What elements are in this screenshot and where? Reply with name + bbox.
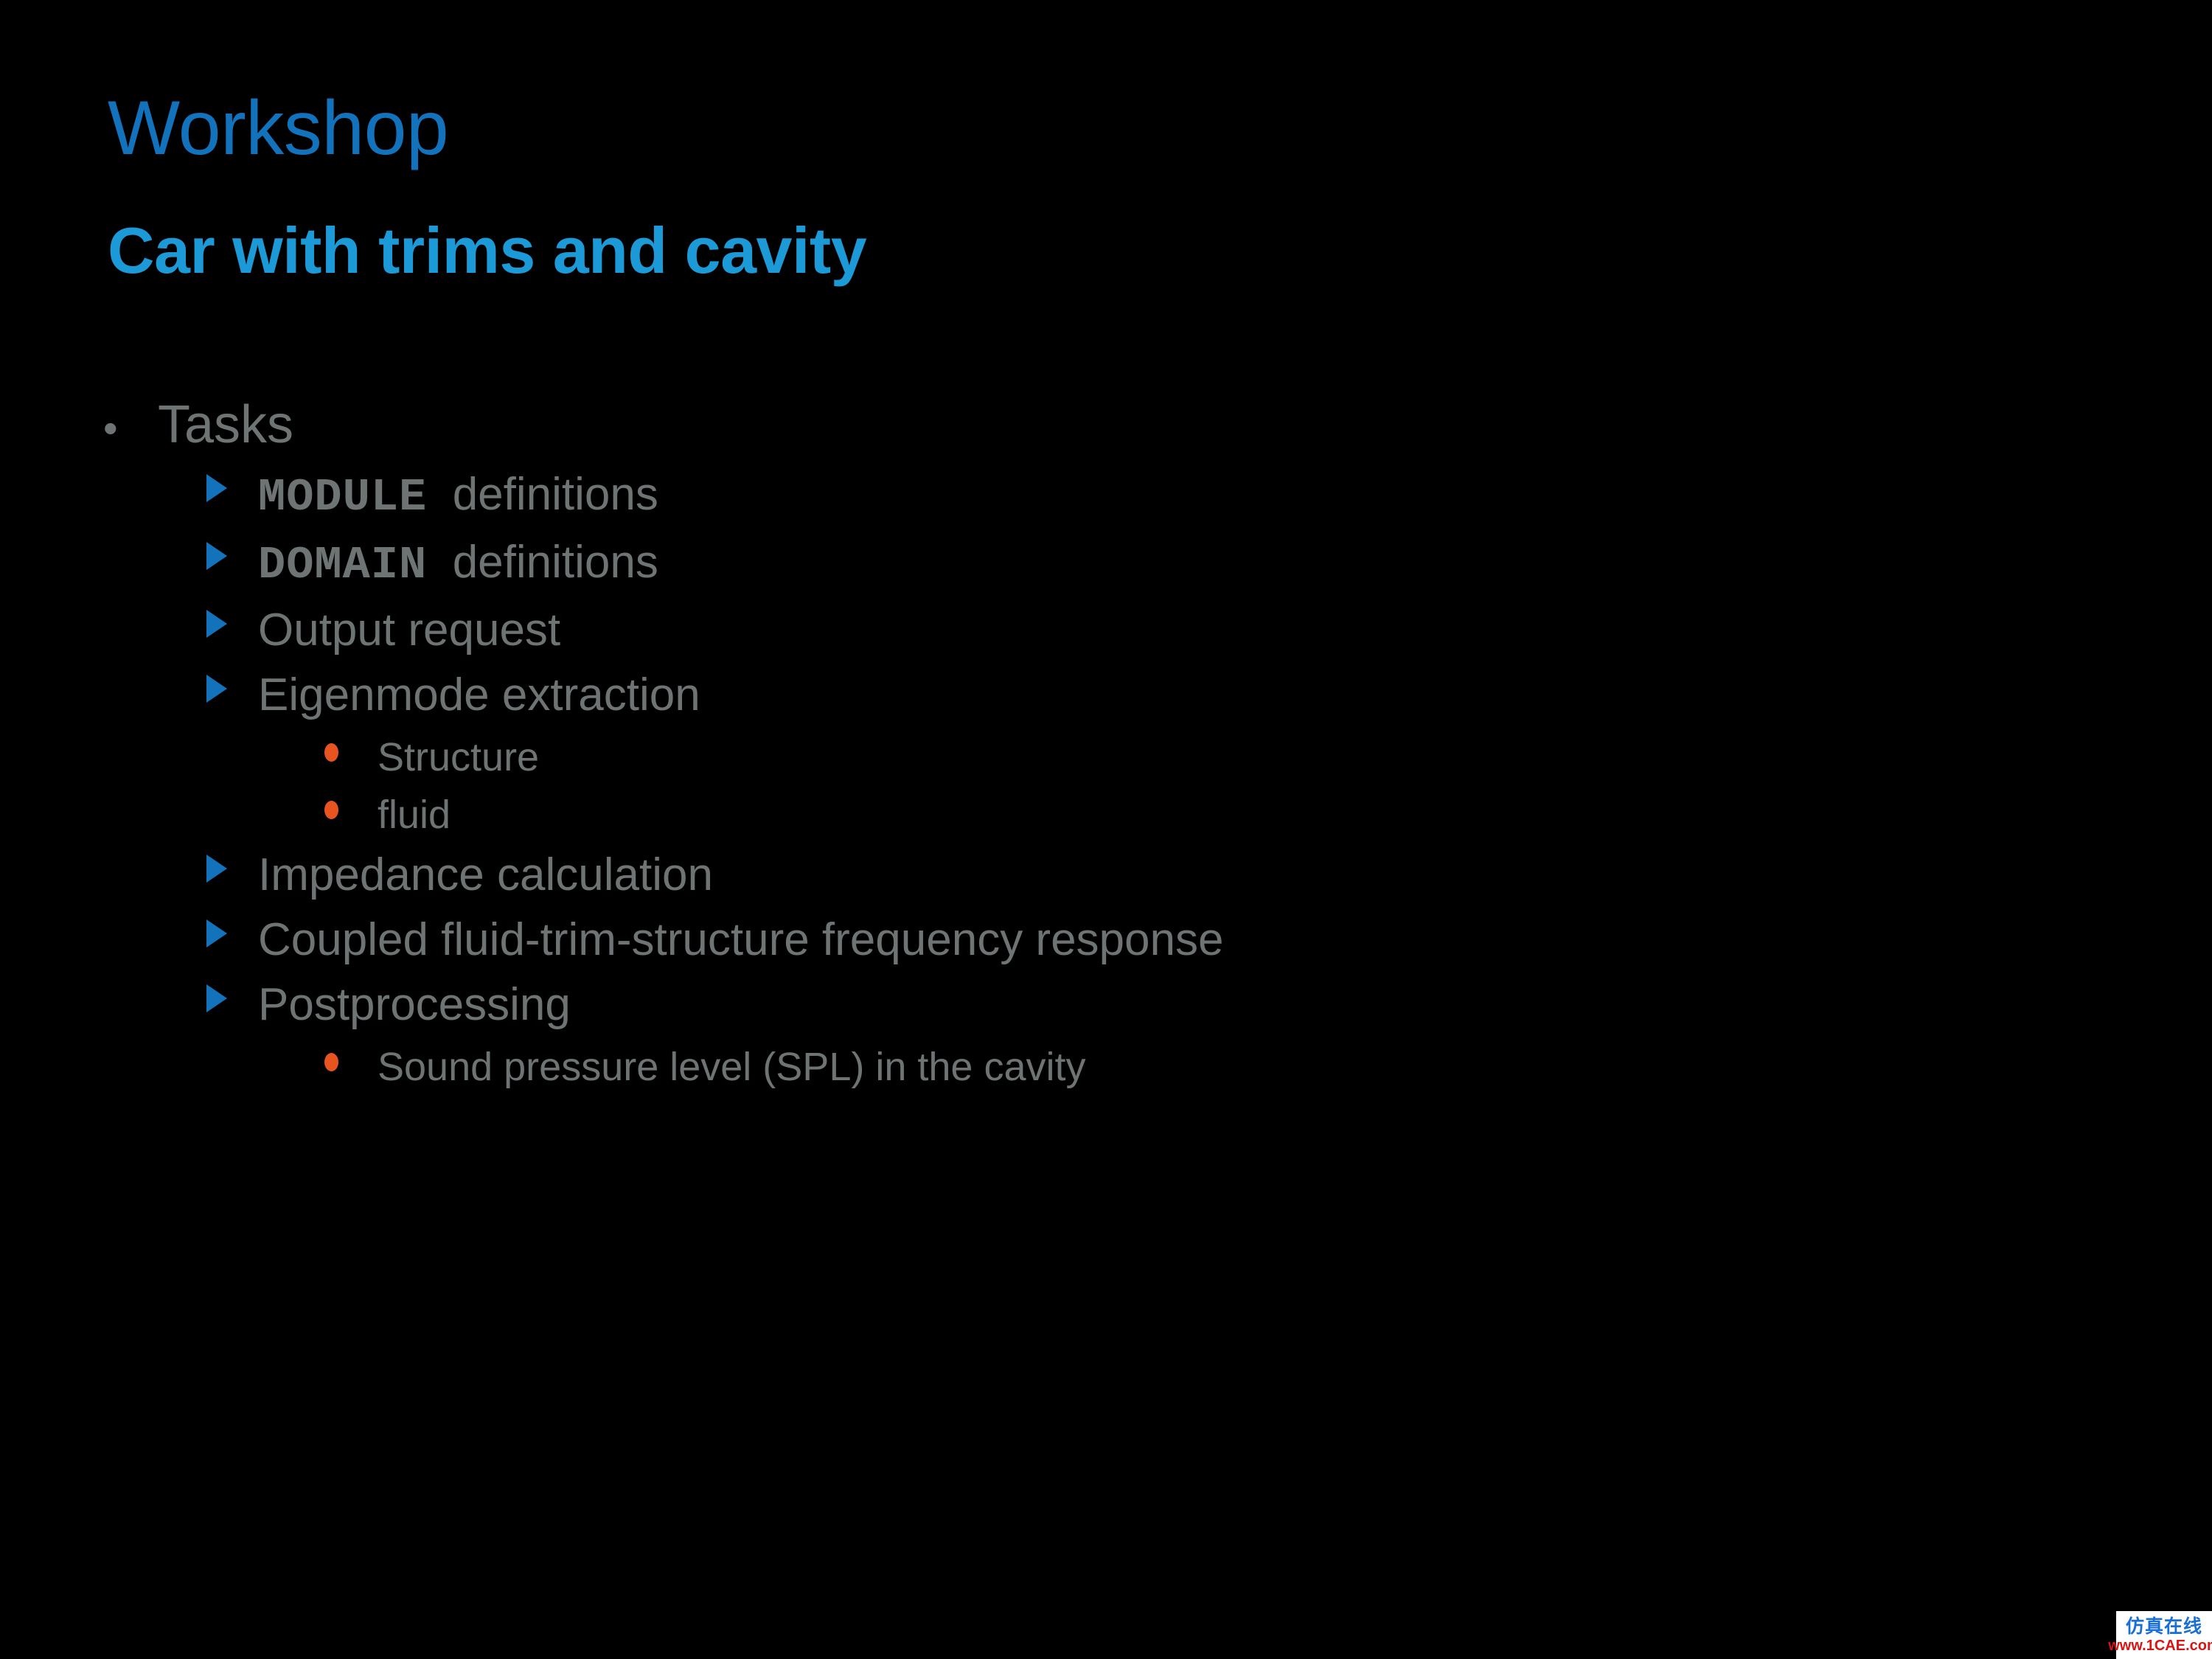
watermark-url: www.1CAE.com	[2108, 1638, 2212, 1654]
list-item-label: Impedance calculation	[258, 849, 713, 900]
orange-dot-bullet-icon	[324, 786, 378, 826]
list-item-label: Tasks	[158, 395, 294, 454]
list-item: DOMAIN definitions	[96, 540, 2087, 588]
list-item: fluid	[96, 795, 2087, 835]
bullet-dot-icon: •	[103, 405, 118, 451]
triangle-bullet-icon	[206, 845, 258, 891]
page-title: Workshop	[108, 86, 449, 171]
list-item: Coupled fluid-trim-structure frequency r…	[96, 917, 2087, 963]
list-item: Postprocessing	[96, 982, 2087, 1028]
triangle-bullet-icon	[206, 465, 258, 510]
list-item: Sound pressure level (SPL) in the cavity	[96, 1047, 2087, 1087]
list-item: Eigenmode extraction	[96, 672, 2087, 718]
presentation-slide: Workshop Car with trims and cavity • Tas…	[0, 0, 2212, 1659]
list-item-code: DOMAIN	[258, 539, 428, 591]
triangle-bullet-icon	[206, 975, 258, 1020]
list-item-label: Postprocessing	[258, 979, 571, 1030]
watermark-chinese-text: 仿真在线	[2125, 1615, 2202, 1637]
title-block: Workshop Car with trims and cavity	[108, 87, 1951, 287]
list-item-label: Sound pressure level (SPL) in the cavity	[378, 1045, 1086, 1089]
orange-dot-bullet-icon	[324, 728, 378, 768]
orange-dot-bullet-icon	[324, 1038, 378, 1078]
list-item: Structure	[96, 737, 2087, 777]
list-item-label: definitions	[452, 537, 658, 588]
slide-footer: get it right ® www.esi-group.com 15 Copy…	[0, 1438, 2212, 1659]
list-item: Output request	[96, 608, 2087, 653]
list-item: • Tasks	[96, 398, 2087, 451]
list-item-label: Eigenmode extraction	[258, 669, 700, 720]
list-item-label: Coupled fluid-trim-structure frequency r…	[258, 914, 1224, 965]
triangle-bullet-icon	[206, 910, 258, 956]
list-item: Impedance calculation	[96, 852, 2087, 898]
list-item-label: Structure	[378, 735, 540, 779]
page-subtitle: Car with trims and cavity	[108, 214, 867, 288]
list-item-label: fluid	[378, 793, 451, 837]
list-item-code: MODULE	[258, 471, 428, 524]
triangle-bullet-icon	[206, 532, 258, 578]
triangle-bullet-icon	[206, 665, 258, 711]
list-item-label: definitions	[452, 469, 658, 520]
triangle-bullet-icon	[206, 600, 258, 646]
bullet-list: • Tasks MODULE definitions DOMAIN defini…	[96, 398, 2087, 1105]
watermark: 仿真在线 www.1CAE.com	[2108, 1611, 2212, 1659]
list-item: MODULE definitions	[96, 472, 2087, 521]
list-item-label: Output request	[258, 605, 561, 655]
